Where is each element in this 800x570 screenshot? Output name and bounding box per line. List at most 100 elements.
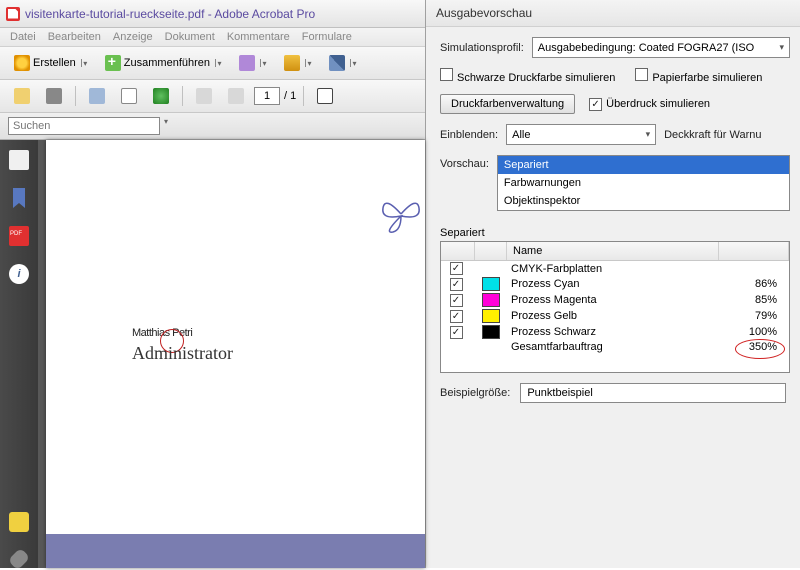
pdf-icon [6, 7, 20, 21]
page-total: / 1 [284, 90, 296, 102]
plate-checkbox[interactable] [450, 262, 463, 275]
save-icon [89, 88, 105, 104]
table-row: Prozess Magenta85% [441, 292, 789, 308]
plus-icon [105, 55, 121, 71]
total-ink-value: 350% [719, 341, 789, 353]
bookmark-icon[interactable] [9, 188, 29, 208]
plate-checkbox[interactable] [450, 294, 463, 307]
separations-group-label: Separiert [440, 227, 790, 239]
menubar: Datei Bearbeiten Anzeige Dokument Kommen… [0, 28, 425, 47]
star-icon [14, 55, 30, 71]
chevron-down-icon [350, 59, 358, 67]
menu-forms[interactable]: Formulare [302, 31, 352, 43]
table-row: CMYK-Farbplatten [441, 261, 789, 276]
toolbar-primary: Erstellen Zusammenführen [0, 47, 425, 80]
next-page-button[interactable] [222, 84, 250, 108]
preview-mode-list[interactable]: Separiert Farbwarnungen Objektinspektor [497, 155, 790, 211]
separator [182, 86, 183, 106]
simprofile-label: Simulationsprofil: [440, 42, 524, 54]
table-row: Prozess Cyan86% [441, 276, 789, 292]
show-label: Einblenden: [440, 129, 498, 141]
menu-comments[interactable]: Kommentare [227, 31, 290, 43]
preview-opt-warnings[interactable]: Farbwarnungen [498, 174, 789, 192]
open-button[interactable] [8, 84, 36, 108]
ink-manager-button[interactable]: Druckfarbenverwaltung [440, 94, 575, 114]
cyan-swatch [482, 277, 500, 291]
globe-icon [153, 88, 169, 104]
menu-view[interactable]: Anzeige [113, 31, 153, 43]
toolbar-secondary: / 1 [0, 80, 425, 113]
sample-size-input[interactable] [520, 383, 786, 403]
search-bar [0, 113, 425, 140]
users-icon [239, 55, 255, 71]
preview-opt-separated[interactable]: Separiert [498, 156, 789, 174]
lock-icon [284, 55, 300, 71]
card-role: Administrator [132, 343, 233, 364]
simulate-paper-checkbox[interactable]: Papierfarbe simulieren [635, 68, 762, 84]
info-icon[interactable]: i [9, 264, 29, 284]
save-button[interactable] [83, 84, 111, 108]
prev-page-button[interactable] [190, 84, 218, 108]
separator [75, 86, 76, 106]
document-area: i Matthias Petri Administrator [0, 140, 425, 568]
chevron-down-icon [305, 59, 313, 67]
show-select[interactable]: Alle [506, 124, 656, 145]
mail-icon [121, 88, 137, 104]
select-tool[interactable] [311, 84, 339, 108]
chevron-down-icon[interactable] [162, 117, 170, 125]
preview-opt-inspector[interactable]: Objektinspektor [498, 192, 789, 210]
pen-icon [329, 55, 345, 71]
separations-table: Name CMYK-Farbplatten Prozess Cyan86% Pr… [440, 241, 790, 373]
comment-icon[interactable] [9, 512, 29, 532]
web-button[interactable] [147, 84, 175, 108]
simulate-overprint-checkbox[interactable]: Überdruck simulieren [589, 98, 710, 111]
menu-document[interactable]: Dokument [165, 31, 215, 43]
create-button[interactable]: Erstellen [8, 51, 95, 75]
menu-file[interactable]: Datei [10, 31, 36, 43]
page-footer-band [46, 534, 425, 568]
output-preview-panel: Ausgabevorschau Simulationsprofil: Ausga… [426, 0, 800, 568]
search-input[interactable] [8, 117, 160, 135]
col-name: Name [507, 242, 719, 260]
plate-checkbox[interactable] [450, 310, 463, 323]
card-name: Matthias Petri [132, 316, 192, 342]
plate-checkbox[interactable] [450, 326, 463, 339]
preview-label: Vorschau: [440, 155, 489, 170]
folder-icon [14, 88, 30, 104]
butterfly-graphic [381, 194, 421, 234]
table-row: Prozess Gelb79% [441, 308, 789, 324]
table-row: Prozess Schwarz100% [441, 324, 789, 340]
simulate-black-checkbox[interactable]: Schwarze Druckfarbe simulieren [440, 68, 615, 84]
pdf-badge-icon[interactable] [9, 226, 29, 246]
panel-title: Ausgabevorschau [426, 0, 800, 27]
black-swatch [482, 325, 500, 339]
combine-button[interactable]: Zusammenführen [99, 51, 229, 75]
simprofile-select[interactable]: Ausgabebedingung: Coated FOGRA27 (ISO [532, 37, 790, 58]
magenta-swatch [482, 293, 500, 307]
page-number-input[interactable] [254, 87, 280, 105]
chevron-down-icon [260, 59, 268, 67]
nav-sidebar: i [0, 140, 38, 568]
attachment-icon[interactable] [8, 548, 31, 570]
print-button[interactable] [40, 84, 68, 108]
plate-checkbox[interactable] [450, 278, 463, 291]
document-page[interactable]: Matthias Petri Administrator [46, 140, 425, 568]
pages-panel-icon[interactable] [9, 150, 29, 170]
secure-button[interactable] [278, 51, 319, 75]
opacity-label: Deckkraft für Warnu [664, 129, 761, 141]
table-row-total: Gesamtfarbauftrag350% [441, 340, 789, 354]
mail-button[interactable] [115, 84, 143, 108]
window-title: visitenkarte-tutorial-rueckseite.pdf - A… [25, 7, 315, 21]
menu-edit[interactable]: Bearbeiten [48, 31, 101, 43]
sign-button[interactable] [323, 51, 364, 75]
arrow-up-icon [196, 88, 212, 104]
chevron-down-icon [81, 59, 89, 67]
sample-size-label: Beispielgröße: [440, 387, 510, 399]
cursor-icon [317, 88, 333, 104]
window-titlebar: visitenkarte-tutorial-rueckseite.pdf - A… [0, 0, 425, 28]
collab-button[interactable] [233, 51, 274, 75]
print-icon [46, 88, 62, 104]
separator [303, 86, 304, 106]
arrow-down-icon [228, 88, 244, 104]
chevron-down-icon [215, 59, 223, 67]
